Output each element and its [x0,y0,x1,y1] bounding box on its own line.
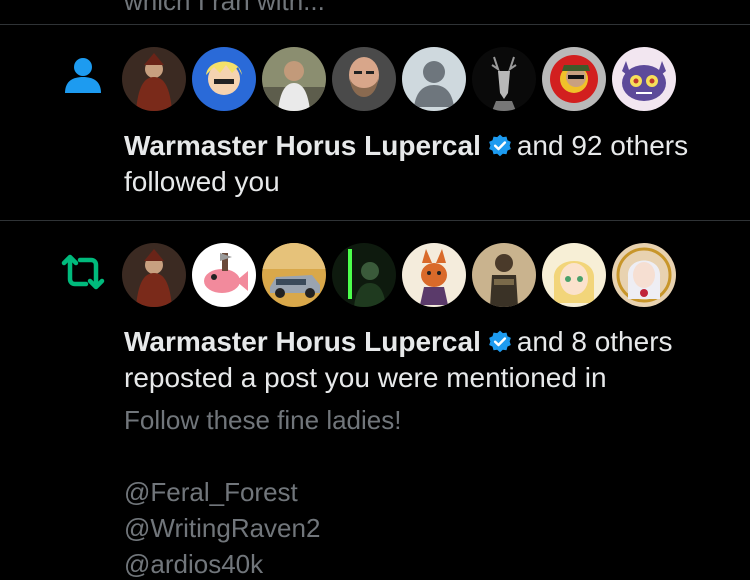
avatar[interactable] [262,47,326,111]
notification-summary: Warmaster Horus Lupercal and 8 others [124,325,673,359]
avatar[interactable] [332,47,396,111]
avatar[interactable] [612,47,676,111]
others-count[interactable]: and 92 others [517,130,688,161]
avatar[interactable] [542,243,606,307]
avatar[interactable] [332,243,396,307]
avatar[interactable] [402,47,466,111]
repost-notification[interactable]: Warmaster Horus Lupercal and 8 others rep… [0,221,750,579]
avatar[interactable] [262,243,326,307]
notification-action: reposted a post you were mentioned in [124,362,607,393]
avatar[interactable] [122,47,186,111]
verified-badge-icon [489,330,511,353]
avatar[interactable] [192,243,256,307]
notification-summary: Warmaster Horus Lupercal and 92 others [124,129,688,163]
others-count[interactable]: and 8 others [517,326,673,357]
repost-icon [61,254,105,290]
avatar[interactable] [472,243,536,307]
avatar[interactable] [612,243,676,307]
follow-notification[interactable]: Warmaster Horus Lupercal and 92 others fo… [0,25,750,220]
avatar[interactable] [402,243,466,307]
avatar[interactable] [472,47,536,111]
person-icon [65,58,101,93]
post-text: Follow these fine ladies! [124,405,402,435]
previous-post-text: which I ran with... [124,0,325,16]
user-name[interactable]: Warmaster Horus Lupercal [124,326,481,357]
avatar[interactable] [192,47,256,111]
avatar-row [122,47,676,111]
mention-link[interactable]: @WritingRaven2 [124,513,320,544]
avatar[interactable] [542,47,606,111]
avatar-row [122,243,676,307]
user-name[interactable]: Warmaster Horus Lupercal [124,130,481,161]
notification-action: followed you [124,166,280,197]
avatar[interactable] [122,243,186,307]
verified-badge-icon [489,134,511,157]
mention-link[interactable]: @ardios40k [124,549,263,580]
mention-link[interactable]: @Feral_Forest [124,477,298,508]
